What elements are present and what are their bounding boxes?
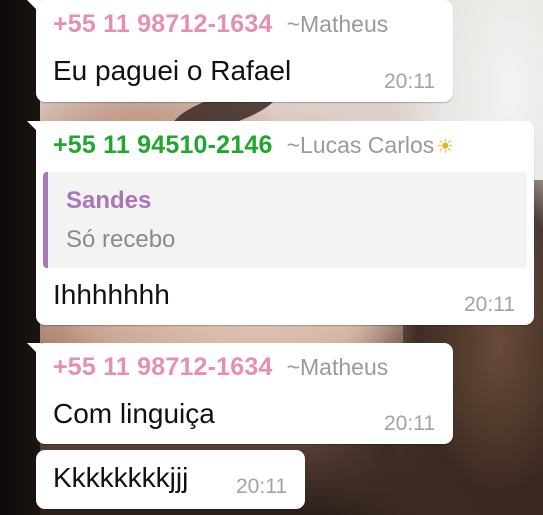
message-text: Com linguiça xyxy=(53,398,215,429)
message-time: 20:11 xyxy=(464,293,515,316)
sender-pushname: ~Matheus xyxy=(286,11,389,37)
sender-pushname: ~Matheus xyxy=(286,354,389,380)
sender-phone[interactable]: +55 11 94510-2146 xyxy=(53,131,273,159)
sender-row: +55 11 98712-1634 ~Matheus xyxy=(53,353,388,382)
message-text: Kkkkkkkkjjj xyxy=(53,462,189,493)
message-text: Ihhhhhhh xyxy=(53,279,170,310)
quoted-message[interactable]: Sandes Só recebo xyxy=(43,172,527,268)
sender-phone[interactable]: +55 11 98712-1634 xyxy=(53,353,273,381)
message-list[interactable]: +55 11 98712-1634 ~Matheus Eu paguei o Ra… xyxy=(0,0,543,515)
message-bubble[interactable]: +55 11 98712-1634 ~Matheus Com linguiça 2… xyxy=(27,343,453,444)
message-text: Eu paguei o Rafael xyxy=(53,55,292,86)
message-time: 20:11 xyxy=(384,70,435,93)
sender-row: +55 11 94510-2146 ~Lucas Carlos ☀ xyxy=(53,131,454,160)
quote-text: Só recebo xyxy=(66,226,176,253)
message-bubble[interactable]: +55 11 94510-2146 ~Lucas Carlos ☀ Sandes S… xyxy=(27,121,534,325)
quote-author: Sandes xyxy=(66,187,152,214)
message-time: 20:11 xyxy=(384,412,435,435)
sender-row: +55 11 98712-1634 ~Matheus xyxy=(53,10,388,39)
sun-emoji-icon: ☀ xyxy=(436,136,455,158)
message-bubble[interactable]: +55 11 98712-1634 ~Matheus Eu paguei o Ra… xyxy=(27,0,453,102)
message-time: 20:11 xyxy=(236,475,287,498)
sender-pushname: ~Lucas Carlos xyxy=(286,132,435,158)
sender-phone[interactable]: +55 11 98712-1634 xyxy=(53,10,273,38)
message-bubble[interactable]: Kkkkkkkkjjj 20:11 xyxy=(36,450,305,509)
quote-bar xyxy=(43,172,48,268)
